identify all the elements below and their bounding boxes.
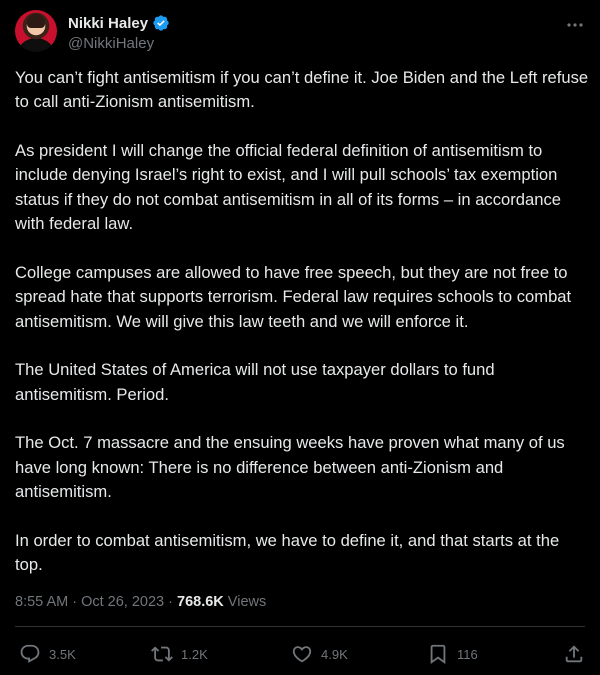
- heart-icon: [292, 646, 312, 663]
- tweet-paragraph: In order to combat antisemitism, we have…: [15, 530, 560, 575]
- bookmark-count: 116: [457, 646, 478, 662]
- more-icon[interactable]: [565, 16, 585, 34]
- tweet-paragraph: College campuses are allowed to have fre…: [15, 262, 572, 331]
- tweet-header: Nikki Haley @NikkiHaley: [15, 10, 585, 54]
- bookmark-button[interactable]: 116: [427, 640, 478, 668]
- meta-separator: ·: [164, 594, 178, 610]
- reply-count: 3.5K: [49, 646, 76, 662]
- share-button[interactable]: [563, 640, 585, 668]
- retweet-count: 1.2K: [181, 646, 208, 662]
- tweet-meta: 8:55 AM · Oct 26, 2023 · 768.6K Views: [15, 594, 266, 610]
- divider: [15, 626, 585, 627]
- display-name[interactable]: Nikki Haley: [68, 15, 148, 32]
- user-handle[interactable]: @NikkiHaley: [68, 35, 154, 52]
- reply-button[interactable]: 3.5K: [19, 640, 76, 668]
- tweet-time[interactable]: 8:55 AM: [15, 594, 68, 610]
- tweet-paragraph: You can’t fight antisemitism if you can’…: [15, 68, 589, 112]
- like-count: 4.9K: [321, 646, 348, 662]
- avatar[interactable]: [15, 10, 57, 52]
- tweet-date[interactable]: Oct 26, 2023: [81, 594, 164, 610]
- name-row: Nikki Haley: [68, 13, 170, 33]
- retweet-icon: [151, 646, 173, 662]
- views-label: Views: [223, 594, 267, 610]
- share-icon: [565, 645, 583, 663]
- tweet-paragraph: The United States of America will not us…: [15, 360, 495, 404]
- reply-icon: [20, 644, 40, 663]
- like-button[interactable]: 4.9K: [291, 640, 348, 668]
- retweet-button[interactable]: 1.2K: [151, 640, 208, 668]
- meta-separator: ·: [68, 594, 82, 610]
- tweet-paragraph: The Oct. 7 massacre and the ensuing week…: [15, 433, 565, 502]
- verified-badge-icon[interactable]: [152, 14, 170, 32]
- views-count[interactable]: 768.6K: [177, 594, 224, 610]
- tweet-paragraph: As president I will change the official …: [15, 141, 561, 234]
- tweet-card: Nikki Haley @NikkiHaley You can’t fight …: [0, 0, 600, 675]
- bookmark-icon: [430, 644, 446, 665]
- tweet-text: You can’t fight antisemitism if you can’…: [15, 66, 590, 602]
- action-bar: 3.5K 1.2K 4.9K 116: [15, 640, 585, 668]
